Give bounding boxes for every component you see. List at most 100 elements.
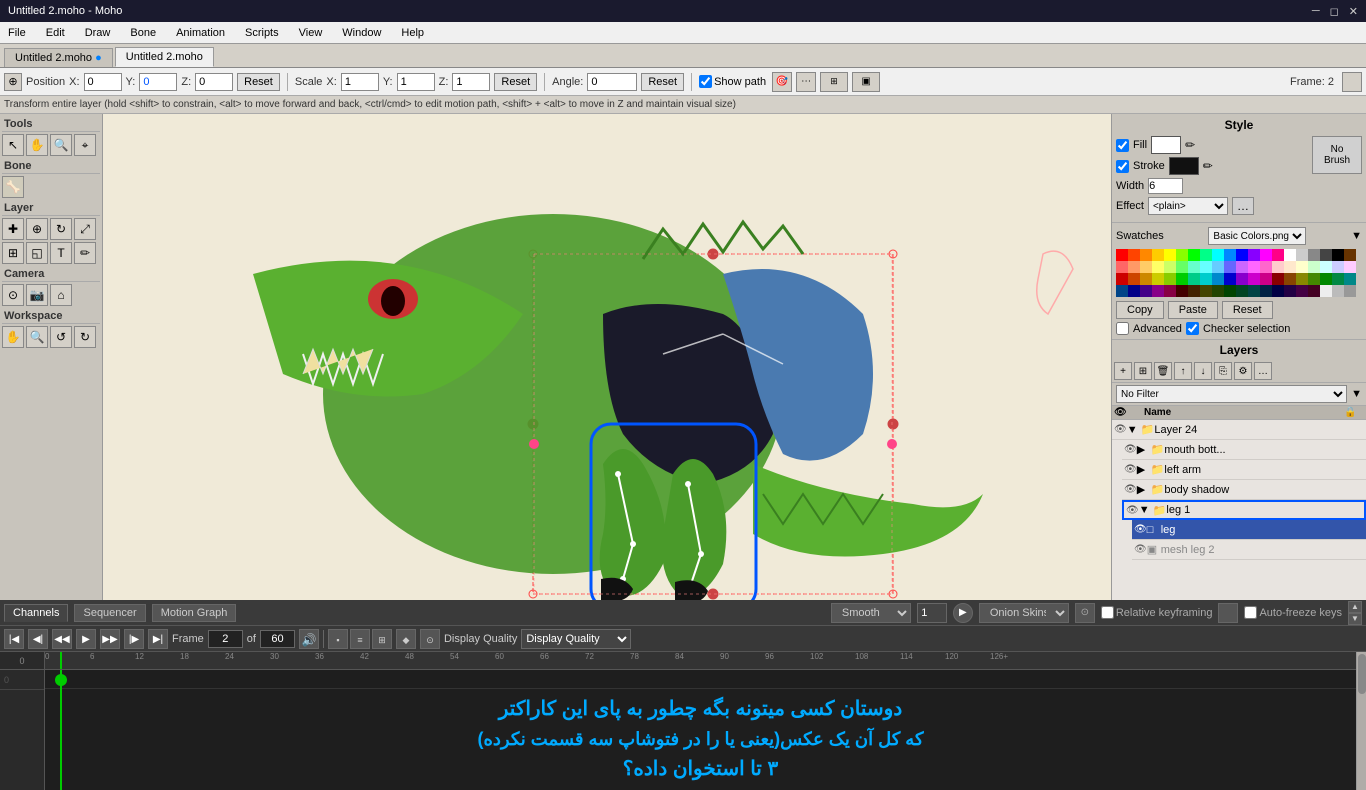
color-cell[interactable] [1296,261,1308,273]
camera-tool-2[interactable]: 📷 [26,284,48,306]
color-cell[interactable] [1236,249,1248,261]
color-cell[interactable] [1140,285,1152,297]
layer-filter-select[interactable]: No Filter [1116,385,1347,403]
color-cell[interactable] [1116,261,1128,273]
layer-more-btn[interactable]: … [1254,362,1272,380]
transform-icon[interactable]: ⊕ [4,73,22,91]
stroke-color-swatch[interactable] [1169,157,1199,175]
color-cell[interactable] [1344,285,1356,297]
layer-eye[interactable]: 👁 [1124,464,1137,475]
play-icon[interactable]: ▶ [953,603,973,623]
color-cell[interactable] [1152,285,1164,297]
menu-scripts[interactable]: Scripts [241,25,283,41]
layer-tool-text[interactable]: T [50,242,72,264]
smooth-number[interactable] [917,603,947,623]
copy-button[interactable]: Copy [1116,301,1164,319]
play-back-btn[interactable]: ◀◀ [52,629,72,649]
color-cell[interactable] [1332,249,1344,261]
color-cell[interactable] [1212,249,1224,261]
color-cell[interactable] [1164,261,1176,273]
color-cell[interactable] [1248,249,1260,261]
layer-expand[interactable]: ▼ [1127,424,1141,436]
go-to-start-btn[interactable]: |◀ [4,629,24,649]
position-x-input[interactable] [84,73,122,91]
screen-icon[interactable]: ▣ [852,72,880,92]
layer-tool-add[interactable]: ✚ [2,218,24,240]
layer-expand[interactable]: ▶ [1137,443,1151,456]
color-cell[interactable] [1260,285,1272,297]
current-frame-input[interactable] [208,630,243,648]
fill-edit-icon[interactable]: ✏ [1185,138,1195,152]
layer-add-btn[interactable]: + [1114,362,1132,380]
color-cell[interactable] [1224,249,1236,261]
effect-more-button[interactable]: … [1232,197,1254,215]
color-cell[interactable] [1164,285,1176,297]
width-input[interactable] [1148,178,1183,194]
play-fwd-btn[interactable]: ▶▶ [100,629,120,649]
color-cell[interactable] [1212,261,1224,273]
layer-eye[interactable]: 👁 [1134,524,1147,535]
step-fwd-btn[interactable]: |▶ [124,629,144,649]
color-cell[interactable] [1188,285,1200,297]
smooth-select[interactable]: Smooth [831,603,911,623]
color-cell[interactable] [1176,261,1188,273]
color-cell[interactable] [1296,285,1308,297]
position-y-input[interactable] [139,73,177,91]
channels-tab[interactable]: Channels [4,604,68,622]
color-cell[interactable] [1248,285,1260,297]
color-cell[interactable] [1164,249,1176,261]
scrollbar-thumb[interactable] [1358,654,1366,694]
tl-up-btn[interactable]: ▲ [1348,601,1362,613]
color-cell[interactable] [1272,273,1284,285]
onion-icon[interactable]: ⊙ [1075,603,1095,623]
layer-item-meshleg2[interactable]: 👁 ▣ mesh leg 2 [1132,540,1366,560]
camera-tool-1[interactable]: ⊙ [2,284,24,306]
layer-eye[interactable]: 👁 [1134,544,1147,555]
tool-magnet[interactable]: ⌖ [74,134,96,156]
layer-tool-5[interactable]: ⊞ [2,242,24,264]
color-cell[interactable] [1320,261,1332,273]
layer-expand[interactable]: ▶ [1137,483,1151,496]
layer-down-btn[interactable]: ↓ [1194,362,1212,380]
color-cell[interactable] [1284,249,1296,261]
menu-window[interactable]: Window [338,25,385,41]
color-cell[interactable] [1236,261,1248,273]
color-cell[interactable] [1320,249,1332,261]
keyframe-toggle[interactable]: ◆ [396,629,416,649]
layer-duplicate-btn[interactable]: ⎘ [1214,362,1232,380]
color-cell[interactable] [1212,273,1224,285]
tool-arrow[interactable]: ↖ [2,134,24,156]
total-frames-input[interactable] [260,630,295,648]
color-cell[interactable] [1224,285,1236,297]
color-cell[interactable] [1116,273,1128,285]
color-cell[interactable] [1200,273,1212,285]
color-cell[interactable] [1332,261,1344,273]
color-cell[interactable] [1248,273,1260,285]
settings-icon[interactable] [1342,72,1362,92]
color-cell[interactable] [1128,249,1140,261]
show-path-checkbox[interactable]: Show path [699,75,766,88]
menu-edit[interactable]: Edit [42,25,69,41]
layer-tool-rotate[interactable]: ↻ [50,218,72,240]
color-cell[interactable] [1296,249,1308,261]
color-cell[interactable] [1200,249,1212,261]
grid-icon[interactable]: ⊞ [820,72,848,92]
view-mode-3[interactable]: ⊞ [372,629,392,649]
layer-expand[interactable]: ▶ [1137,463,1151,476]
play-btn[interactable]: ▶ [76,629,96,649]
layer-eye[interactable]: 👁 [1126,505,1139,516]
color-cell[interactable] [1164,273,1176,285]
angle-input[interactable] [587,73,637,91]
timeline-scrollbar[interactable] [1356,652,1366,790]
tool-zoom[interactable]: 🔍 [50,134,72,156]
color-cell[interactable] [1344,261,1356,273]
workspace-tool-3[interactable]: ↺ [50,326,72,348]
workspace-tool-2[interactable]: 🔍 [26,326,48,348]
minimize-btn[interactable]: ─ [1312,5,1320,18]
reset-swatch-button[interactable]: Reset [1222,301,1273,319]
maximize-btn[interactable]: ◻ [1330,5,1339,18]
color-cell[interactable] [1332,285,1344,297]
view-mode-2[interactable]: ≡ [350,629,370,649]
color-cell[interactable] [1344,249,1356,261]
layer-eye[interactable]: 👁 [1124,444,1137,455]
